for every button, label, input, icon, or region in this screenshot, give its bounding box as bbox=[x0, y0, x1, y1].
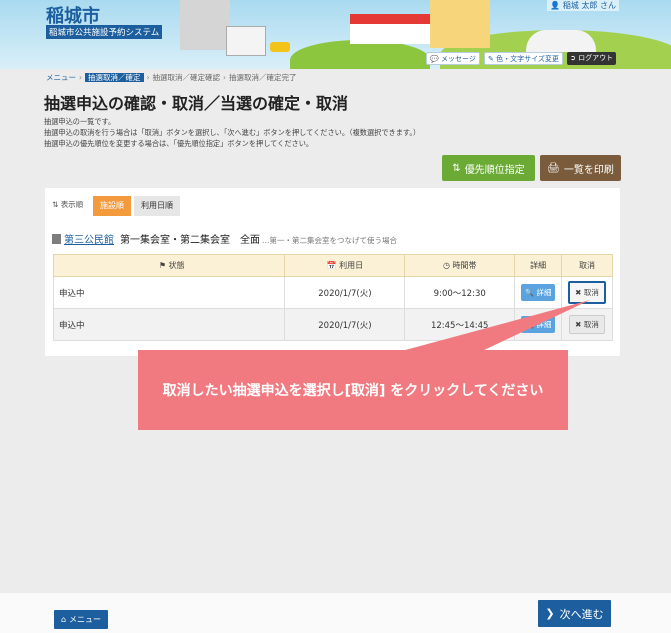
logout-label: ログアウト bbox=[578, 54, 614, 62]
instruction-callout: 取消したい抽選申込を選択し[取消] をクリックしてください bbox=[138, 350, 568, 430]
menu-button[interactable]: ⌂ メニュー bbox=[54, 610, 108, 629]
header-status: ⚑ 状態 bbox=[52, 254, 286, 277]
logout-button[interactable]: ➲ ログアウト bbox=[567, 52, 617, 65]
user-name: 👤 稲城 太郎 さん bbox=[547, 0, 619, 11]
logout-icon: ➲ bbox=[570, 54, 576, 62]
priority-order-button[interactable]: ⇅ 優先順位指定 bbox=[442, 155, 535, 181]
calendar-icon: 📅 bbox=[326, 261, 337, 270]
header-status-label: 状態 bbox=[168, 261, 185, 270]
dome-illustration bbox=[526, 30, 596, 52]
clock-icon: ◷ bbox=[442, 261, 450, 270]
header-time: ◷ 時間帯 bbox=[404, 254, 516, 277]
header-date: 📅 利用日 bbox=[284, 254, 406, 277]
system-name-badge: 稲城市公共施設予約システム bbox=[46, 25, 163, 39]
detail-button[interactable]: 🔍 詳細 bbox=[520, 316, 556, 333]
magnifier-icon: 🔍 bbox=[524, 320, 535, 329]
next-button[interactable]: ❯ 次へ進む bbox=[538, 600, 611, 627]
detail-cell: 🔍 詳細 bbox=[514, 276, 563, 309]
sort-order-icon: ⇅ bbox=[452, 162, 461, 174]
building-icon bbox=[52, 234, 61, 244]
close-icon: ✖ bbox=[575, 320, 582, 329]
header-detail: 詳細 bbox=[514, 254, 563, 277]
breadcrumb-step-complete: 抽選取消／確定完了 bbox=[229, 73, 297, 82]
breadcrumb-menu[interactable]: メニュー bbox=[46, 73, 76, 82]
facility-name-link[interactable]: 第三公民館 bbox=[64, 235, 114, 246]
printer-icon: 🖨 bbox=[547, 162, 560, 174]
print-list-label: 一覧を印刷 bbox=[563, 164, 614, 176]
cancel-button[interactable]: ✖ 取消 bbox=[569, 315, 605, 334]
facility-header: 第三公民館 第一集会室・第二集会室 全面 …第一・第二集会室をつなげて使う場合 bbox=[52, 231, 397, 246]
date-cell: 2020/1/7(火) bbox=[284, 308, 406, 341]
page-title: 抽選申込の確認・取消／当選の確定・取消 bbox=[44, 94, 349, 113]
detail-cell: 🔍 詳細 bbox=[514, 308, 563, 341]
close-icon: ✖ bbox=[575, 288, 582, 297]
detail-button[interactable]: 🔍 詳細 bbox=[520, 284, 556, 301]
school-illustration bbox=[350, 14, 430, 44]
breadcrumb-step-confirm: 抽選取消／確定確認 bbox=[152, 73, 221, 82]
sort-icon: ⇅ bbox=[52, 200, 59, 209]
table-row: 申込中 2020/1/7(火) 12:45～14:45 🔍 詳細 ✖ 取消 bbox=[52, 308, 613, 341]
text-size-button[interactable]: ✎ 色・文字サイズ変更 bbox=[484, 52, 563, 65]
menu-button-label: メニュー bbox=[69, 615, 102, 624]
reservation-table: ⚑ 状態 📅 利用日 ◷ 時間帯 詳細 取消 申込中 2020/1/7(火) 9… bbox=[52, 254, 613, 341]
detail-button-label: 詳細 bbox=[536, 320, 552, 329]
time-cell: 12:45～14:45 bbox=[404, 308, 516, 341]
breadcrumb-separator: › bbox=[146, 73, 150, 82]
room-name: 第一集会室・第二集会室 全面 bbox=[120, 235, 260, 246]
cancel-button-label: 取消 bbox=[583, 288, 599, 297]
building-illustration bbox=[180, 0, 230, 50]
breadcrumb-separator: › bbox=[79, 73, 82, 82]
home-icon: ⌂ bbox=[60, 615, 67, 624]
header-time-label: 時間帯 bbox=[452, 261, 477, 270]
room-note: …第一・第二集会室をつなげて使う場合 bbox=[262, 236, 397, 245]
reservation-panel: ⇅ 表示順 施設順 利用日順 第三公民館 第一集会室・第二集会室 全面 …第一・第二… bbox=[45, 188, 620, 356]
cancel-button[interactable]: ✖ 取消 bbox=[568, 281, 606, 304]
breadcrumb-separator: › bbox=[223, 73, 226, 82]
site-header: 稲城市 稲城市公共施設予約システム 👤 稲城 太郎 さん 💬 メッセージ ✎ 色… bbox=[0, 0, 671, 69]
status-cell: 申込中 bbox=[52, 276, 286, 309]
time-cell: 9:00～12:30 bbox=[404, 276, 516, 309]
message-button[interactable]: 💬 メッセージ bbox=[426, 52, 480, 65]
description-line: 抽選申込の取消を行う場合は「取消」ボタンを選択し、「次へ進む」ボタンを押してくだ… bbox=[44, 128, 421, 137]
flag-icon: ⚑ bbox=[158, 261, 167, 270]
print-list-button[interactable]: 🖨 一覧を印刷 bbox=[540, 155, 621, 181]
table-row: 申込中 2020/1/7(火) 9:00～12:30 🔍 詳細 ✖ 取消 bbox=[52, 276, 613, 309]
magnifier-icon: 🔍 bbox=[524, 288, 535, 297]
description-line: 抽選申込の優先順位を変更する場合は、「優先順位指定」ボタンを押してください。 bbox=[44, 139, 314, 148]
cancel-button-label: 取消 bbox=[583, 320, 599, 329]
apartment-illustration bbox=[430, 0, 490, 48]
detail-button-label: 詳細 bbox=[536, 288, 552, 297]
breadcrumb: メニュー › 抽選取消／確定 › 抽選取消／確定確認 › 抽選取消／確定完了 bbox=[46, 72, 297, 83]
header-date-label: 利用日 bbox=[339, 261, 364, 270]
table-header-row: ⚑ 状態 📅 利用日 ◷ 時間帯 詳細 取消 bbox=[52, 254, 613, 277]
speech-bubble-icon: 💬 bbox=[430, 55, 439, 63]
description-line: 抽選申込の一覧です。 bbox=[44, 117, 116, 126]
pencil-icon: ✎ bbox=[488, 55, 494, 63]
priority-order-label: 優先順位指定 bbox=[464, 164, 525, 176]
sort-label: ⇅ 表示順 bbox=[52, 199, 83, 210]
car-illustration bbox=[270, 42, 290, 52]
message-label: メッセージ bbox=[440, 55, 476, 63]
sort-by-date-button[interactable]: 利用日順 bbox=[134, 196, 180, 216]
user-icon: 👤 bbox=[550, 1, 561, 10]
house-illustration bbox=[226, 26, 266, 56]
next-button-label: 次へ進む bbox=[559, 607, 604, 621]
sort-by-facility-button[interactable]: 施設順 bbox=[93, 196, 131, 216]
cancel-cell: ✖ 取消 bbox=[561, 276, 613, 309]
cancel-cell: ✖ 取消 bbox=[561, 308, 613, 341]
text-size-label: 色・文字サイズ変更 bbox=[496, 55, 559, 63]
header-cancel: 取消 bbox=[561, 254, 613, 277]
sort-label-text: 表示順 bbox=[60, 200, 84, 209]
user-name-label: 稲城 太郎 さん bbox=[562, 1, 616, 10]
breadcrumb-current: 抽選取消／確定 bbox=[85, 73, 144, 82]
date-cell: 2020/1/7(火) bbox=[284, 276, 406, 309]
status-cell: 申込中 bbox=[52, 308, 286, 341]
chevron-right-icon: ❯ bbox=[545, 607, 555, 620]
